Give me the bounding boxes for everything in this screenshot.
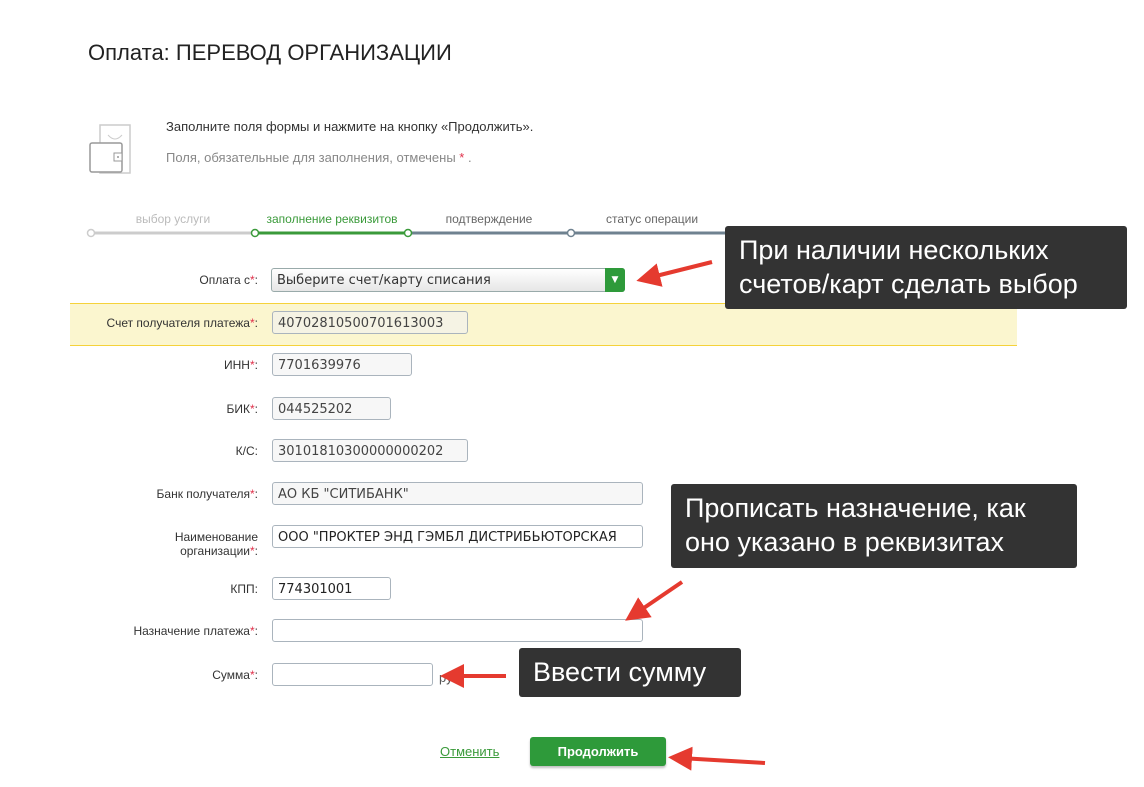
ks-label: К/С: [235, 444, 258, 458]
bik-field[interactable]: 044525202 [272, 397, 391, 420]
step-status: статус операции [605, 212, 699, 226]
org-label: Наименование организации*: [174, 530, 258, 558]
step-node [566, 228, 576, 238]
kpp-field[interactable]: 774301001 [272, 577, 391, 600]
amount-label: Сумма*: [212, 668, 258, 682]
cancel-link[interactable]: Отменить [440, 744, 499, 759]
currency-label: руб. [439, 670, 464, 685]
step-node [403, 228, 413, 238]
step-fill-details: заполнение реквизитов [266, 212, 398, 226]
pay-from-select[interactable]: Выберите счет/карту списания ▼ [271, 268, 625, 292]
account-field[interactable]: 40702810500701613003 [272, 311, 468, 334]
bank-label: Банк получателя*: [156, 487, 258, 501]
amount-field[interactable] [272, 663, 433, 686]
step-confirmation: подтверждение [445, 212, 533, 226]
continue-button[interactable]: Продолжить [530, 737, 666, 766]
org-name-field[interactable]: ООО "ПРОКТЕР ЭНД ГЭМБЛ ДИСТРИБЬЮТОРСКАЯ [272, 525, 643, 548]
callout-amount: Ввести сумму [519, 648, 741, 697]
ks-field[interactable]: 30101810300000000202 [272, 439, 468, 462]
chevron-down-icon[interactable]: ▼ [605, 268, 625, 292]
kpp-label: КПП: [230, 582, 258, 596]
bank-field[interactable]: АО КБ "СИТИБАНК" [272, 482, 643, 505]
step-node [86, 228, 96, 238]
account-label: Счет получателя платежа*: [106, 316, 258, 330]
step-choose-service: выбор услуги [135, 212, 211, 226]
purpose-field[interactable] [272, 619, 643, 642]
callout-purpose: Прописать назначение, как оно указано в р… [671, 484, 1077, 568]
pay-from-label: Оплата с*: [199, 273, 258, 287]
bik-label: БИК*: [226, 402, 258, 416]
inn-label: ИНН*: [224, 358, 258, 372]
inn-field[interactable]: 7701639976 [272, 353, 412, 376]
purpose-label: Назначение платежа*: [133, 624, 258, 638]
select-value: Выберите счет/карту списания [277, 273, 491, 288]
callout-select-account: При наличии нескольких счетов/карт сделат… [725, 226, 1127, 309]
step-node [250, 228, 260, 238]
